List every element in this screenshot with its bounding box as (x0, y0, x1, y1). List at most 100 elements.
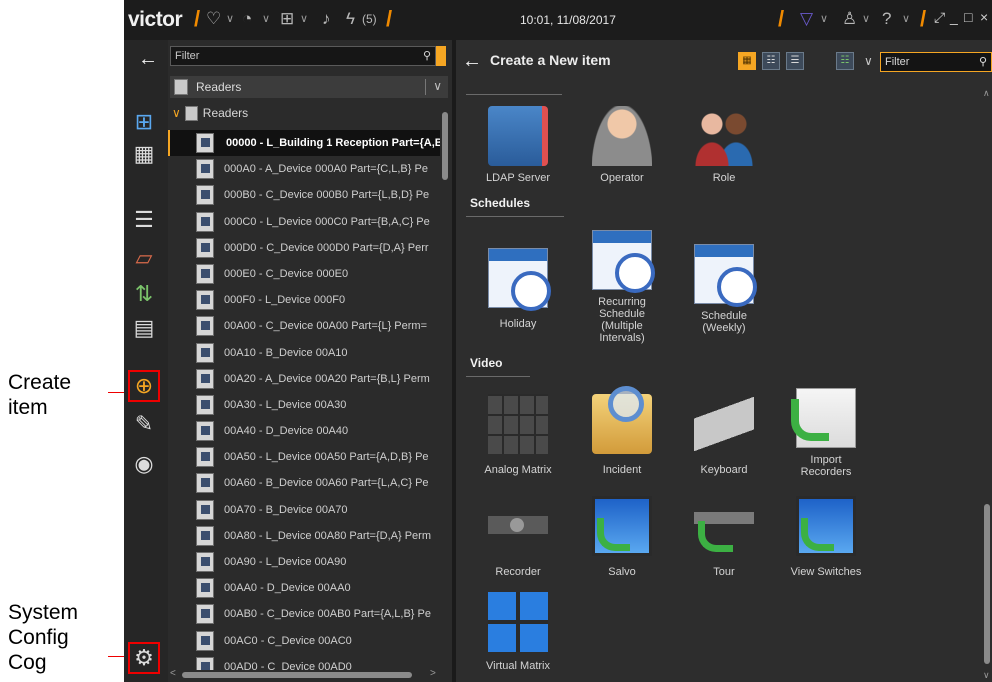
large-icons-view-button[interactable]: ▦ (738, 52, 756, 70)
sort-icon[interactable]: ⇅ (130, 280, 158, 308)
reader-device-icon (196, 133, 214, 153)
table-row[interactable]: 00A80 - L_Device 00A80 Part={D,A} Perm (168, 523, 440, 549)
table-row[interactable]: 000F0 - L_Device 000F0 (168, 287, 440, 313)
close-icon[interactable]: × (980, 9, 988, 25)
monitor-wall-icon (488, 394, 548, 454)
separator-slash: / (778, 6, 785, 31)
restore-icon[interactable]: ⤢ (934, 9, 945, 26)
tree-horizontal-scrollbar[interactable]: < > (168, 668, 440, 680)
table-row[interactable]: 00A60 - B_Device 00A60 Part={L,A,C} Pe (168, 470, 440, 496)
chevron-down-icon[interactable]: ∨ (902, 12, 910, 25)
tile-keyboard[interactable]: Keyboard (676, 394, 772, 476)
calendar-clock-icon (592, 230, 655, 293)
table-row[interactable]: 00A20 - A_Device 00A20 Part={B,L} Perm (168, 366, 440, 392)
help-icon[interactable]: ? (882, 9, 891, 29)
search-icon[interactable]: ⚲ (423, 49, 431, 62)
table-row[interactable]: 00AD0 - C_Device 00AD0 (168, 654, 440, 670)
recorder-device-icon (488, 496, 548, 556)
chevron-down-icon[interactable]: ∨ (983, 670, 990, 681)
tile-recorder[interactable]: Recorder (470, 496, 566, 578)
tile-schedule-weekly[interactable]: Schedule (Weekly) (676, 244, 772, 334)
device-tree-panel: Filter ⚲ Readers ∨ ∨ Readers 00000 - L_Bu… (168, 40, 452, 682)
separator-slash: / (920, 6, 927, 31)
back-arrow-icon[interactable]: ← (462, 50, 482, 73)
filter-icon[interactable]: ▽ (800, 9, 813, 29)
table-row[interactable]: 00AA0 - D_Device 00AA0 (168, 575, 440, 601)
chevron-down-icon[interactable]: ∨ (864, 54, 873, 68)
tile-virtual-matrix[interactable]: Virtual Matrix (470, 592, 566, 672)
system-config-cog-icon[interactable]: ⚙ (128, 642, 160, 674)
tree-root-readers[interactable]: ∨ Readers (172, 106, 248, 126)
tile-tour[interactable]: Tour (676, 496, 772, 578)
table-row[interactable]: 00A10 - B_Device 00A10 (168, 340, 440, 366)
table-row[interactable]: 00A40 - D_Device 00A40 (168, 418, 440, 444)
monitor-arrow-icon (592, 496, 652, 556)
details-view-button[interactable]: ☷ (762, 52, 780, 70)
user-icon[interactable]: ♙ (842, 9, 857, 29)
create-item-icon[interactable]: ⊕ (128, 370, 160, 402)
search-icon[interactable]: ⚲ (979, 55, 987, 68)
panel-filter-input[interactable]: Filter ⚲ (880, 52, 992, 72)
chevron-up-icon[interactable]: ∧ (983, 88, 990, 99)
table-row[interactable]: 00AC0 - C_Device 00AC0 (168, 628, 440, 654)
heart-icon[interactable]: ♡ (206, 9, 221, 29)
chevron-down-icon[interactable]: ∨ (262, 12, 270, 25)
chevron-right-icon[interactable]: > (430, 668, 436, 679)
table-row[interactable]: 000A0 - A_Device 000A0 Part={C,L,B} Pe (168, 156, 440, 182)
box-magnifier-icon (592, 386, 652, 454)
table-row[interactable]: 000C0 - L_Device 000C0 Part={B,A,C} Pe (168, 209, 440, 235)
list-view-button[interactable]: ☰ (786, 52, 804, 70)
tile-ldap-server[interactable]: LDAP Server (470, 106, 566, 184)
table-row[interactable]: 000D0 - C_Device 000D0 Part={D,A} Perr (168, 235, 440, 261)
table-row[interactable]: 00A00 - C_Device 00A00 Part={L} Perm= (168, 313, 440, 339)
tile-recurring-schedule[interactable]: Recurring Schedule (Multiple Intervals) (574, 230, 670, 344)
table-row[interactable]: 00000 - L_Building 1 Reception Part={A,B (168, 130, 440, 157)
reader-folder-icon (184, 106, 198, 122)
tree-filter-input[interactable]: Filter ⚲ (170, 46, 436, 66)
table-row[interactable]: 00A70 - B_Device 00A70 (168, 497, 440, 523)
maximize-icon[interactable]: □ (964, 9, 972, 25)
tile-operator[interactable]: Operator (574, 106, 670, 184)
eye-star-icon[interactable]: ◉ (130, 450, 158, 478)
chevron-down-icon[interactable]: ∨ (862, 12, 870, 25)
tile-import-recorders[interactable]: Import Recorders (778, 388, 874, 478)
bell-icon[interactable]: ♪ (322, 9, 331, 29)
table-row[interactable]: 000E0 - C_Device 000E0 (168, 261, 440, 287)
keyboard-icon (694, 394, 754, 454)
tile-salvo[interactable]: Salvo (574, 496, 670, 578)
table-row[interactable]: 00AB0 - C_Device 00AB0 Part={A,L,B} Pe (168, 601, 440, 627)
chevron-down-icon[interactable]: ∨ (172, 106, 181, 120)
dashboard-grid-icon[interactable]: ▦ (130, 140, 158, 168)
open-folder-icon[interactable]: ▱ (130, 244, 158, 272)
tile-role[interactable]: Role (676, 106, 772, 184)
table-row[interactable]: 000B0 - C_Device 000B0 Part={L,B,D} Pe (168, 182, 440, 208)
tree-vertical-scrollbar[interactable] (440, 110, 450, 670)
table-row[interactable]: 00A90 - L_Device 00A90 (168, 549, 440, 575)
chevron-down-icon[interactable]: ∨ (820, 12, 828, 25)
report-icon[interactable]: ▤ (130, 314, 158, 342)
tile-holiday[interactable]: Holiday (470, 248, 566, 330)
chevron-down-icon[interactable]: ∨ (300, 12, 308, 25)
minimize-icon[interactable]: _ (950, 9, 958, 25)
reader-device-icon (196, 447, 214, 468)
tile-incident[interactable]: Incident (574, 386, 670, 476)
dashboard-icon[interactable]: ◔ (242, 9, 252, 29)
tile-analog-matrix[interactable]: Analog Matrix (470, 394, 566, 476)
edit-pencil-icon[interactable]: ✎ (130, 410, 158, 438)
list-icon[interactable]: ☰ (130, 206, 158, 234)
chevron-left-icon[interactable]: < (170, 668, 176, 679)
reader-device-icon (196, 368, 214, 389)
panel-vertical-scrollbar[interactable]: ∧ ∨ (982, 88, 992, 682)
column-options-button[interactable]: ☷ (836, 52, 854, 70)
layout-icon[interactable]: ⊞ (280, 9, 294, 29)
filter-options-button[interactable] (436, 46, 446, 66)
table-row[interactable]: 00A50 - L_Device 00A50 Part={A,D,B} Pe (168, 444, 440, 470)
chevron-down-icon[interactable]: ∨ (433, 79, 442, 93)
table-row[interactable]: 00A30 - L_Device 00A30 (168, 392, 440, 418)
back-arrow-icon[interactable]: ← (138, 48, 158, 71)
tile-view-switches[interactable]: View Switches (778, 496, 874, 578)
lightning-icon[interactable]: ϟ (346, 9, 355, 29)
object-type-selector[interactable]: Readers ∨ (170, 76, 448, 98)
new-folder-icon[interactable]: ⊞ (130, 108, 158, 136)
chevron-down-icon[interactable]: ∨ (226, 12, 234, 25)
